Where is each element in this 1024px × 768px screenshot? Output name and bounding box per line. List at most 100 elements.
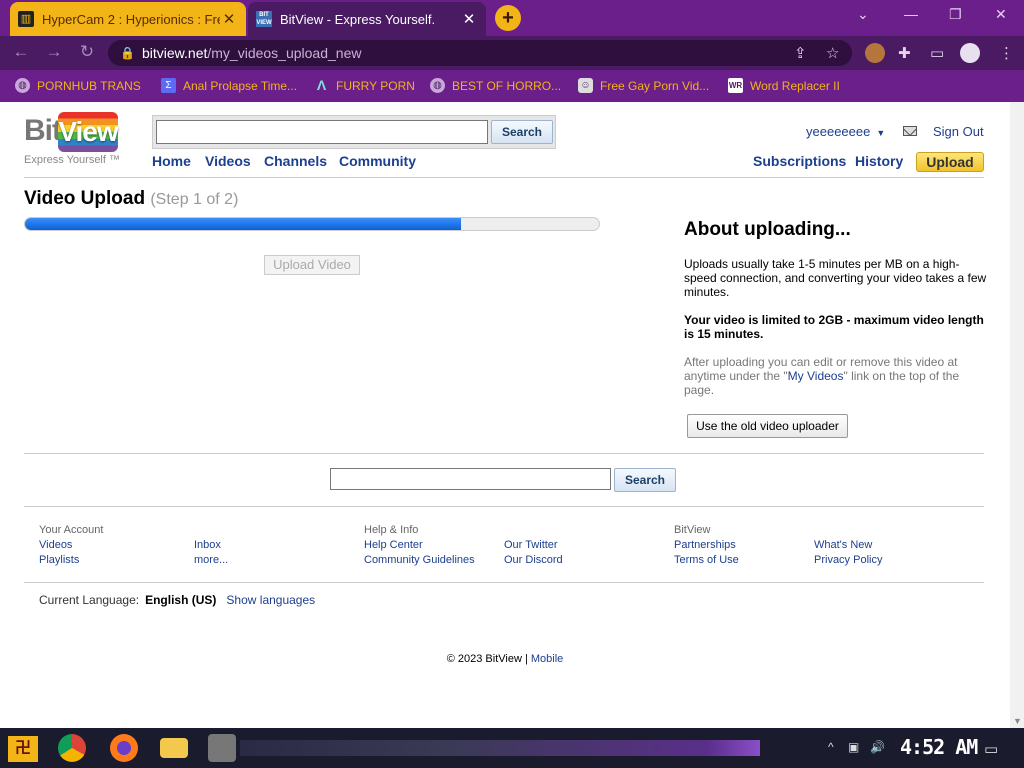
nav-videos[interactable]: Videos — [205, 153, 251, 169]
tab-close-icon[interactable]: ✕ — [220, 10, 238, 28]
upload-step: (Step 1 of 2) — [150, 191, 239, 208]
logo-view: View — [58, 112, 119, 152]
sign-out-link[interactable]: Sign Out — [933, 124, 984, 139]
old-uploader-button[interactable]: Use the old video uploader — [687, 414, 848, 438]
bookmark-favicon-icon: WR — [728, 78, 743, 93]
footer-link-discord[interactable]: Our Discord — [504, 554, 563, 566]
firefox-taskbar-icon[interactable] — [110, 734, 138, 762]
bookmark-label: BEST OF HORRO... — [452, 78, 562, 93]
footer-link-inbox[interactable]: Inbox — [194, 539, 221, 551]
hypercam-taskbar-icon[interactable] — [208, 734, 236, 762]
footer-link-videos[interactable]: Videos — [39, 539, 72, 551]
restore-icon[interactable]: ❐ — [949, 6, 962, 23]
forward-icon[interactable]: → — [43, 42, 65, 62]
username: yeeeeeeee — [806, 124, 871, 139]
page-scrollbar[interactable]: ▼ — [1010, 102, 1024, 728]
bitview-favicon-icon: BIT VIEW — [256, 11, 272, 27]
footer-link-more[interactable]: more... — [194, 554, 228, 566]
taskbar-decoration — [240, 740, 760, 756]
reload-icon[interactable]: ↻ — [76, 42, 98, 62]
menu-kebab-icon[interactable]: ⋮ — [999, 44, 1014, 62]
address-bar[interactable]: 🔒 bitview.net/my_videos_upload_new — [108, 40, 852, 66]
bookmark-label: PORNHUB TRANS — [37, 78, 141, 93]
caret-down-icon: ▼ — [876, 128, 886, 138]
url-domain: bitview.net — [142, 45, 208, 61]
bookmark-label: FURRY PORN — [336, 78, 415, 93]
bookmark-favicon-icon: ☺ — [578, 78, 593, 93]
footer-link-privacy[interactable]: Privacy Policy — [814, 554, 882, 566]
inbox-mail-icon[interactable] — [903, 126, 917, 136]
back-icon[interactable]: ← — [10, 42, 32, 62]
bookmark-item[interactable]: ◍ BEST OF HORRO... — [430, 78, 561, 93]
tab-bitview[interactable]: BIT VIEW BitView - Express Yourself. ✕ — [248, 2, 486, 36]
header-search-input[interactable] — [156, 120, 488, 144]
copyright-text: © 2023 BitView — [446, 653, 522, 665]
tab-close-icon[interactable]: ✕ — [460, 10, 478, 28]
new-tab-button[interactable]: + — [495, 5, 521, 31]
bookmark-item[interactable]: WR Word Replacer II — [728, 78, 840, 93]
history-link[interactable]: History — [855, 153, 903, 169]
footer-link-playlists[interactable]: Playlists — [39, 554, 79, 566]
bookmark-item[interactable]: Σ Anal Prolapse Time... — [161, 78, 297, 93]
extensions-puzzle-icon[interactable]: ✚ — [898, 44, 911, 62]
footer-heading-bitview: BitView — [674, 524, 711, 536]
footer-link-twitter[interactable]: Our Twitter — [504, 539, 558, 551]
upload-button[interactable]: Upload — [916, 152, 984, 172]
footer-bottom-divider — [24, 582, 984, 583]
volume-icon[interactable]: 🔊 — [870, 740, 885, 754]
footer-search-input[interactable] — [330, 468, 611, 490]
bookmark-star-icon[interactable]: ☆ — [826, 44, 839, 62]
start-button-icon[interactable]: 卍 — [8, 736, 38, 762]
language-bar: Current Language: English (US) Show langua… — [39, 593, 315, 607]
footer-link-whats-new[interactable]: What's New — [814, 539, 872, 551]
page-title: Video Upload (Step 1 of 2) — [24, 188, 238, 210]
upload-progress-bar — [24, 217, 600, 231]
scroll-down-arrow-icon[interactable]: ▼ — [1013, 716, 1022, 726]
footer-link-terms[interactable]: Terms of Use — [674, 554, 739, 566]
bitview-logo[interactable]: Bit View Express Yourself ™ — [24, 112, 124, 170]
nav-channels[interactable]: Channels — [264, 153, 327, 169]
extension-avatar-icon[interactable] — [865, 43, 885, 63]
tab-search-icon[interactable]: ⌄ — [857, 6, 869, 23]
mobile-link[interactable]: Mobile — [531, 653, 563, 665]
header-search-button[interactable]: Search — [491, 120, 553, 144]
tab-title: BitView - Express Yourself. — [280, 11, 436, 27]
user-menu[interactable]: yeeeeeeee ▼ — [806, 124, 885, 139]
copyright: © 2023 BitView | Mobile — [0, 653, 1010, 665]
chrome-taskbar-icon[interactable] — [58, 734, 86, 762]
profile-icon[interactable] — [960, 43, 980, 63]
bookmark-label: Word Replacer II — [750, 78, 840, 93]
my-videos-link[interactable]: My Videos — [788, 369, 844, 383]
nav-home[interactable]: Home — [152, 153, 191, 169]
minimize-icon[interactable]: — — [904, 6, 918, 22]
close-window-icon[interactable]: ✕ — [995, 6, 1007, 23]
file-explorer-taskbar-icon[interactable] — [160, 738, 188, 758]
about-uploading-panel: About uploading... Uploads usually take … — [684, 219, 988, 411]
bookmark-item[interactable]: ☺ Free Gay Porn Vid... — [578, 78, 709, 93]
upload-video-button[interactable]: Upload Video — [264, 255, 360, 275]
taskbar-clock[interactable]: 4:52 AM — [900, 735, 978, 759]
globe-icon: ◍ — [15, 78, 30, 93]
bookmark-item[interactable]: Λ FURRY PORN — [314, 78, 415, 93]
footer-heading-help: Help & Info — [364, 524, 419, 536]
browser-toolbar: ← → ↻ 🔒 bitview.net/my_videos_upload_new… — [0, 36, 1024, 70]
network-icon[interactable]: ▣ — [848, 740, 859, 754]
bookmark-item[interactable]: ◍ PORNHUB TRANS — [15, 78, 141, 93]
footer-link-help-center[interactable]: Help Center — [364, 539, 423, 551]
header-search: Search — [152, 115, 556, 149]
tab-hypercam[interactable]: ▥ HyperCam 2 : Hyperionics : Fre ✕ — [10, 2, 246, 36]
header-divider — [24, 177, 984, 178]
footer-link-guidelines[interactable]: Community Guidelines — [364, 554, 475, 566]
about-edit-text: After uploading you can edit or remove t… — [684, 355, 988, 397]
copyright-separator: | — [524, 653, 528, 665]
footer-search-button[interactable]: Search — [614, 468, 676, 492]
subscriptions-link[interactable]: Subscriptions — [753, 153, 846, 169]
share-icon[interactable]: ⇪ — [794, 44, 807, 62]
notifications-icon[interactable]: ▭ — [984, 740, 998, 758]
show-languages-link[interactable]: Show languages — [226, 593, 315, 607]
side-panel-icon[interactable]: ▭ — [930, 44, 944, 62]
footer-link-partnerships[interactable]: Partnerships — [674, 539, 736, 551]
nav-community[interactable]: Community — [339, 153, 416, 169]
about-speed-text: Uploads usually take 1-5 minutes per MB … — [684, 257, 987, 299]
tray-chevron-icon[interactable]: ^ — [828, 740, 834, 754]
